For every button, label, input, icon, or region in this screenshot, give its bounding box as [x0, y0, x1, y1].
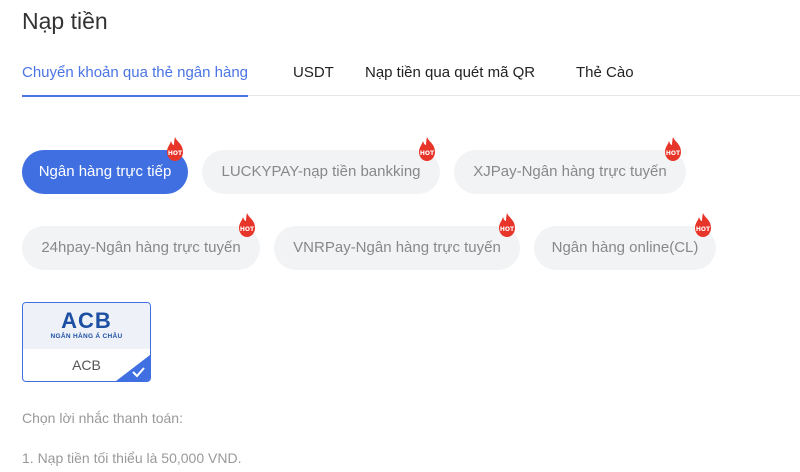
tab-qr-deposit[interactable]: Nạp tiền qua quét mã QR [365, 62, 535, 96]
method-24hpay[interactable]: 24hpay-Ngân hàng trực tuyến HOT [22, 213, 260, 270]
hot-flame-icon: HOT [164, 136, 186, 162]
method-label: LUCKYPAY-nạp tiền bankking [221, 163, 421, 180]
method-online-cl[interactable]: Ngân hàng online(CL) HOT [534, 213, 716, 270]
payment-notice-title: Chọn lời nhắc thanh toán: [22, 410, 183, 426]
hot-flame-icon: HOT [662, 136, 684, 162]
method-label: Ngân hàng online(CL) [551, 239, 699, 256]
svg-text:HOT: HOT [168, 150, 183, 157]
hot-flame-icon: HOT [692, 212, 714, 238]
method-vnrpay[interactable]: VNRPay-Ngân hàng trực tuyến HOT [274, 213, 520, 270]
hot-flame-icon: HOT [416, 136, 438, 162]
svg-text:HOT: HOT [696, 226, 711, 233]
bank-logo-text: ACB [61, 308, 112, 333]
method-label: Ngân hàng trực tiếp [38, 163, 172, 180]
tab-scratch-card[interactable]: Thẻ Cào [576, 62, 634, 96]
method-xjpay[interactable]: XJPay-Ngân hàng trực tuyến HOT [454, 137, 686, 194]
payment-notice-item: 1. Nạp tiền tối thiểu là 50,000 VND. [22, 450, 242, 466]
bank-logo: ACB NGÂN HÀNG Á CHÂU [23, 309, 150, 341]
tab-usdt[interactable]: USDT [293, 62, 334, 96]
deposit-tabs: Chuyển khoản qua thẻ ngân hàng USDT Nạp … [22, 62, 800, 97]
method-label: VNRPay-Ngân hàng trực tuyến [293, 239, 501, 256]
page-title: Nạp tiền [22, 8, 108, 34]
svg-text:HOT: HOT [666, 150, 681, 157]
hot-flame-icon: HOT [236, 212, 258, 238]
check-icon [116, 355, 150, 381]
method-luckypay[interactable]: LUCKYPAY-nạp tiền bankking HOT [202, 137, 440, 194]
bank-logo-subtext: NGÂN HÀNG Á CHÂU [50, 333, 123, 340]
method-label: 24hpay-Ngân hàng trực tuyến [41, 239, 241, 256]
tab-bank-transfer[interactable]: Chuyển khoản qua thẻ ngân hàng [22, 62, 249, 97]
svg-text:HOT: HOT [500, 226, 515, 233]
method-direct-bank[interactable]: Ngân hàng trực tiếp HOT [22, 137, 188, 194]
svg-text:HOT: HOT [420, 150, 435, 157]
svg-text:HOT: HOT [240, 226, 255, 233]
method-label: XJPay-Ngân hàng trực tuyến [473, 163, 667, 180]
bank-card-acb[interactable]: ACB NGÂN HÀNG Á CHÂU ACB [22, 302, 151, 382]
hot-flame-icon: HOT [496, 212, 518, 238]
